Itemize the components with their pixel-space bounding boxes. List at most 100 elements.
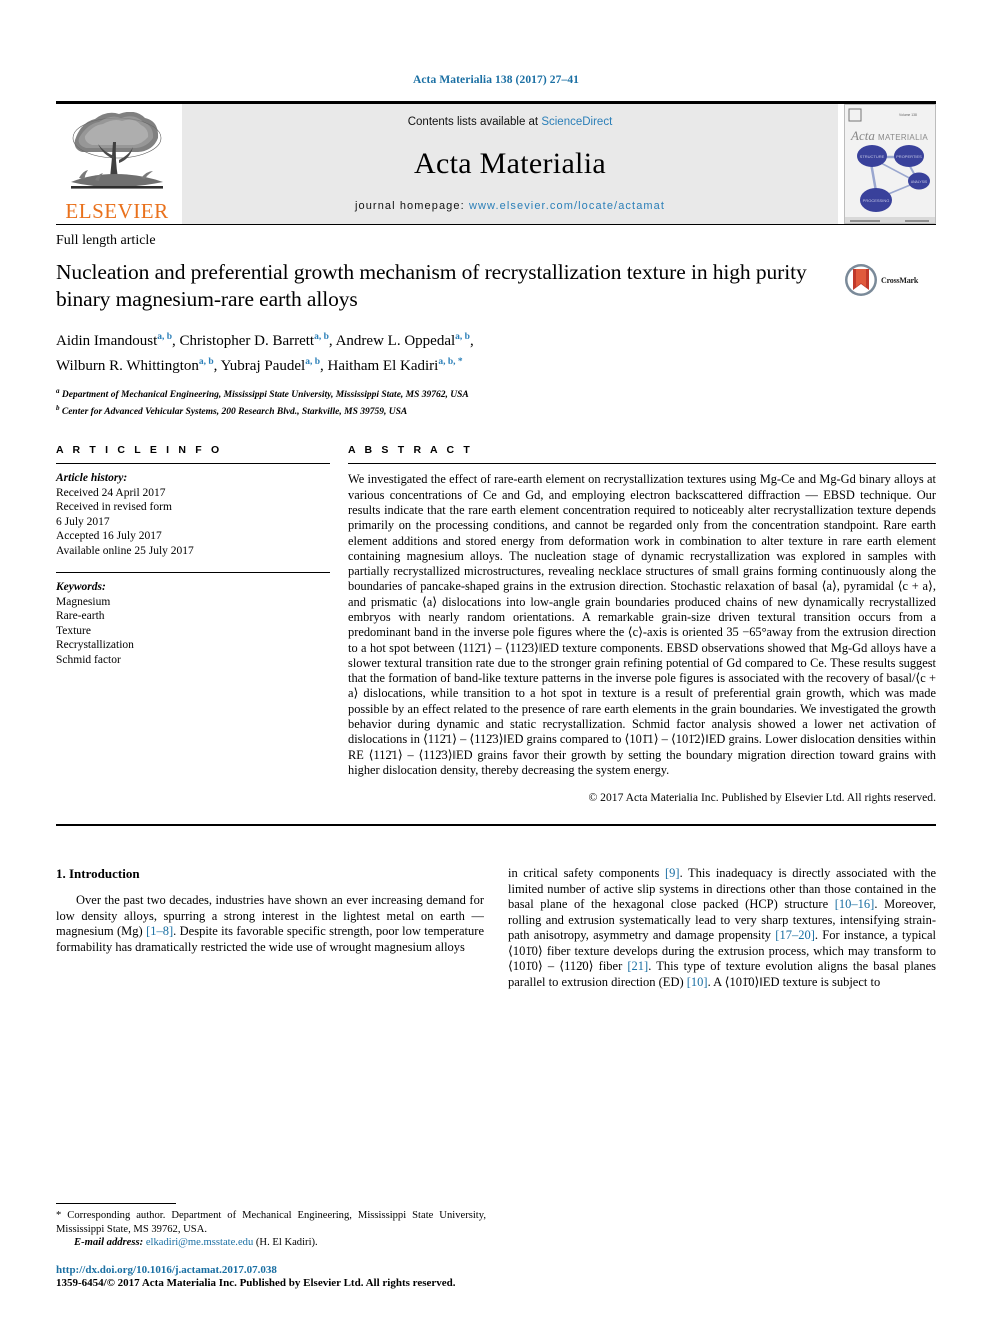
homepage-prefix: journal homepage: bbox=[354, 200, 469, 212]
article-info-heading: A R T I C L E I N F O bbox=[56, 444, 223, 457]
affiliation-text: Center for Advanced Vehicular Systems, 2… bbox=[61, 406, 408, 417]
history-item: Received in revised form bbox=[56, 501, 172, 514]
email-label: E-mail address: bbox=[74, 1236, 144, 1248]
doi-link[interactable]: http://dx.doi.org/10.1016/j.actamat.2017… bbox=[56, 1264, 486, 1276]
svg-text:PROCESSING: PROCESSING bbox=[863, 198, 890, 203]
abstract-copyright: © 2017 Acta Materialia Inc. Published by… bbox=[588, 791, 936, 805]
crossmark-badge[interactable]: CrossMark bbox=[844, 259, 936, 297]
history-item: Received 24 April 2017 bbox=[56, 486, 166, 499]
abstract-heading: A B S T R A C T bbox=[348, 444, 473, 457]
elsevier-wordmark: ELSEVIER bbox=[65, 199, 169, 223]
masthead-bottom-rule bbox=[56, 224, 936, 225]
keywords-block: Keywords: Magnesium Rare-earth Texture R… bbox=[56, 580, 330, 667]
body-column-right: in critical safety components [9]. This … bbox=[508, 866, 936, 990]
email-note: E-mail address: elkadiri@me.msstate.edu … bbox=[56, 1236, 486, 1249]
keyword-item: Texture bbox=[56, 624, 91, 637]
intro-paragraph-right: in critical safety components [9]. This … bbox=[508, 866, 936, 989]
author-name: Wilburn R. Whittington bbox=[56, 358, 199, 374]
history-item: 6 July 2017 bbox=[56, 515, 110, 528]
article-type-label: Full length article bbox=[56, 233, 156, 248]
citation-ref[interactable]: [1–8] bbox=[146, 924, 173, 938]
corresponding-marker: * bbox=[56, 1210, 62, 1222]
body-column-left: 1. Introduction Over the past two decade… bbox=[56, 866, 484, 990]
journal-homepage-line: journal homepage: www.elsevier.com/locat… bbox=[355, 200, 665, 212]
svg-text:Volume 138: Volume 138 bbox=[899, 113, 917, 117]
author-name: Andrew L. Oppedal bbox=[335, 333, 456, 349]
affiliations: a Department of Mechanical Engineering, … bbox=[56, 385, 936, 418]
homepage-url-link[interactable]: www.elsevier.com/locate/actamat bbox=[469, 200, 665, 212]
history-item: Accepted 16 July 2017 bbox=[56, 530, 162, 543]
svg-text:STRUCTURE: STRUCTURE bbox=[860, 154, 885, 159]
paper-page: Acta Materialia 138 (2017) 27–41 ELSEVIE… bbox=[0, 0, 992, 1323]
journal-cover-thumbnail: Volume 138 Acta MATERIALIA STRUCTURE PRO… bbox=[844, 104, 936, 224]
author-name: Haitham El Kadiri bbox=[327, 358, 439, 374]
citation-ref[interactable]: [9] bbox=[665, 866, 680, 880]
corresponding-author-note: * Corresponding author. Department of Me… bbox=[56, 1209, 486, 1235]
keyword-item: Schmid factor bbox=[56, 653, 121, 666]
info-rule-mid bbox=[56, 572, 330, 574]
citation-ref[interactable]: [10–16] bbox=[835, 897, 875, 911]
history-item: Available online 25 July 2017 bbox=[56, 544, 194, 557]
page-title: Nucleation and preferential growth mecha… bbox=[56, 260, 807, 311]
author-affil-marks: a, b bbox=[455, 332, 470, 342]
title-row: Nucleation and preferential growth mecha… bbox=[56, 259, 936, 313]
author-name: Aidin Imandoust bbox=[56, 333, 158, 349]
journal-title: Acta Materialia bbox=[414, 147, 606, 180]
svg-text:ANALYSIS: ANALYSIS bbox=[911, 180, 928, 184]
info-abstract-block: A R T I C L E I N F O Article history: R… bbox=[56, 444, 936, 804]
svg-text:MATERIALIA: MATERIALIA bbox=[878, 133, 928, 142]
article-info-column: A R T I C L E I N F O Article history: R… bbox=[56, 444, 348, 804]
affiliation-text: Department of Mechanical Engineering, Mi… bbox=[61, 390, 469, 401]
abstract-text: We investigated the effect of rare-earth… bbox=[348, 472, 936, 777]
crossmark-icon bbox=[845, 264, 877, 296]
citation-ref[interactable]: [10] bbox=[687, 975, 708, 989]
issn-copyright-line: 1359-6454/© 2017 Acta Materialia Inc. Pu… bbox=[56, 1277, 456, 1289]
author-name: Yubraj Paudel bbox=[220, 358, 306, 374]
svg-text:Acta: Acta bbox=[850, 128, 875, 143]
elsevier-logo: ELSEVIER bbox=[56, 104, 178, 224]
contents-prefix: Contents lists available at bbox=[407, 116, 542, 128]
article-history-label: Article history: bbox=[56, 472, 128, 485]
author-affil-marks: a, b, * bbox=[438, 357, 463, 367]
contents-available-line: Contents lists available at ScienceDirec… bbox=[408, 116, 613, 128]
svg-text:PROPERTIES: PROPERTIES bbox=[896, 154, 922, 159]
sciencedirect-link[interactable]: ScienceDirect bbox=[541, 116, 612, 128]
keyword-item: Rare-earth bbox=[56, 610, 105, 623]
affiliation-mark: a bbox=[56, 387, 60, 395]
affiliation-row: b Center for Advanced Vehicular Systems,… bbox=[56, 402, 936, 419]
footnote-block: * Corresponding author. Department of Me… bbox=[56, 1203, 486, 1289]
author-affil-marks: a, b bbox=[314, 332, 329, 342]
article-history: Article history: Received 24 April 2017 … bbox=[56, 471, 330, 558]
running-head: Acta Materialia 138 (2017) 27–41 bbox=[412, 74, 580, 86]
corresponding-text: Corresponding author. Department of Mech… bbox=[56, 1210, 486, 1235]
author-list: Aidin Imandousta, b, Christopher D. Barr… bbox=[56, 332, 474, 374]
keywords-label: Keywords: bbox=[56, 581, 106, 594]
elsevier-tree-icon bbox=[71, 112, 163, 189]
author-name: Christopher D. Barrett bbox=[179, 333, 315, 349]
cover-art-icon: Volume 138 Acta MATERIALIA STRUCTURE PRO… bbox=[845, 105, 935, 223]
affiliation-mark: b bbox=[56, 403, 60, 412]
masthead-center: Contents lists available at ScienceDirec… bbox=[182, 104, 838, 224]
journal-masthead: ELSEVIER Contents lists available at Sci… bbox=[56, 101, 936, 224]
author-affil-marks: a, b bbox=[198, 357, 214, 367]
abstract-column: A B S T R A C T We investigated the effe… bbox=[348, 444, 936, 804]
citation-ref[interactable]: [17–20] bbox=[775, 928, 815, 942]
abstract-bottom-rule bbox=[56, 824, 936, 827]
title-column: Nucleation and preferential growth mecha… bbox=[56, 259, 844, 313]
email-link[interactable]: elkadiri@me.msstate.edu bbox=[146, 1237, 253, 1248]
intro-paragraph-left: Over the past two decades, industries ha… bbox=[56, 893, 484, 954]
keyword-item: Magnesium bbox=[56, 595, 111, 608]
info-rule-top bbox=[56, 463, 330, 465]
email-owner: (H. El Kadiri). bbox=[255, 1236, 318, 1248]
author-affil-marks: a, b bbox=[157, 332, 173, 342]
abstract-rule-top bbox=[348, 463, 936, 465]
citation-ref[interactable]: [21] bbox=[627, 959, 648, 973]
affiliation-row: a Department of Mechanical Engineering, … bbox=[56, 385, 936, 402]
crossmark-label: CrossMark bbox=[881, 275, 919, 285]
keyword-item: Recrystallization bbox=[56, 639, 134, 652]
section-heading-introduction: 1. Introduction bbox=[56, 866, 140, 882]
body-columns: 1. Introduction Over the past two decade… bbox=[56, 866, 936, 990]
doi-block: http://dx.doi.org/10.1016/j.actamat.2017… bbox=[56, 1264, 486, 1289]
footnote-rule bbox=[56, 1203, 176, 1205]
author-affil-marks: a, b bbox=[305, 357, 320, 367]
